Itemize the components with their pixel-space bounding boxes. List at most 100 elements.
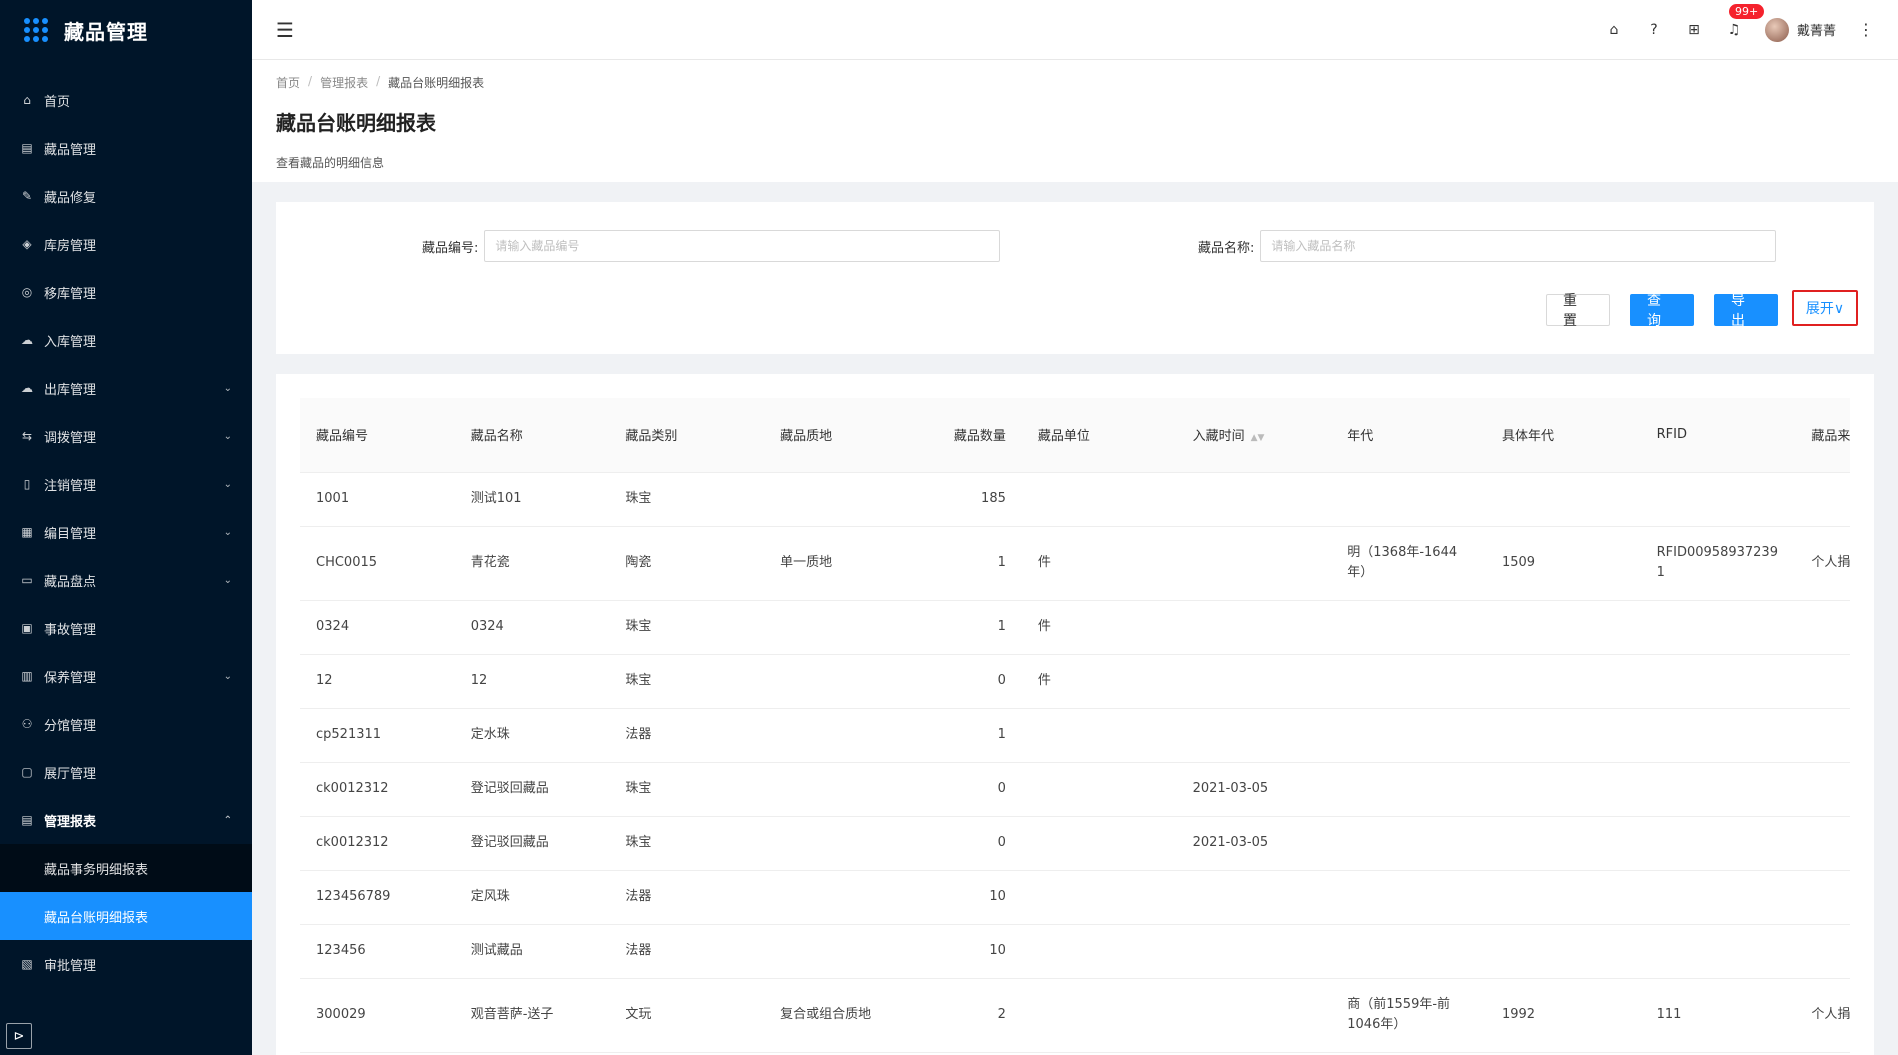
table-cell [1485, 924, 1641, 979]
column-header[interactable]: 藏品单位 [1021, 398, 1177, 473]
query-button[interactable]: 查询 [1630, 293, 1694, 329]
table-cell: 定风珠 [454, 870, 610, 925]
export-button[interactable]: 导出 [1714, 293, 1778, 329]
sidebar-item[interactable]: ◈ 库房管理 [0, 220, 252, 268]
table-cell: 珠宝 [609, 816, 765, 871]
table-cell [1331, 600, 1486, 655]
user-menu[interactable]: 戴菁菁 [1764, 17, 1836, 42]
sidebar-item[interactable]: ▢ 展厅管理 [0, 748, 252, 796]
sidebar-item-label: 事故管理 [44, 622, 97, 638]
sidebar-item-label: 展厅管理 [44, 766, 97, 782]
table-row[interactable]: 0324 0324 珠宝 1 件 [300, 600, 1850, 655]
menu-toggle-icon[interactable]: ☰ [276, 18, 294, 42]
app-grid-icon [24, 18, 48, 42]
table-cell: 个人捐 [1795, 978, 1850, 1053]
table-cell [1795, 762, 1850, 817]
column-header[interactable]: 具体年代 [1485, 398, 1641, 473]
chevron-down-icon: ⌄ [223, 670, 232, 682]
column-header[interactable]: 藏品质地 [764, 398, 919, 473]
table-row[interactable]: 123456789 定风珠 法器 10 [300, 870, 1850, 925]
name-input[interactable] [1260, 230, 1777, 262]
table-row[interactable]: CHC0015 青花瓷 陶瓷 单一质地 1 件 明（1368年-1644年） 1509 RFID… [300, 526, 1850, 601]
hall-icon: ▢ [21, 765, 33, 779]
breadcrumb-separator: / [308, 74, 313, 88]
sidebar-item[interactable]: ▧ 审批管理 [0, 940, 252, 988]
sidebar-item[interactable]: ▥ 保养管理 ⌄ [0, 652, 252, 700]
page-header: 首页 / 管理报表 / 藏品台账明细报表 藏品台账明细报表 查看藏品的明细信息 [252, 60, 1898, 182]
sidebar-item[interactable]: ⌂ 首页 [0, 76, 252, 124]
table-row[interactable]: ck0012312 登记驳回藏品 珠宝 0 2021-03-05 [300, 816, 1850, 871]
expand-button[interactable]: 展开∨ [1792, 290, 1858, 326]
table-cell [1176, 600, 1332, 655]
sidebar-item-label: 分馆管理 [44, 718, 97, 734]
table-cell [1176, 654, 1332, 709]
sidebar-item-label: 库房管理 [44, 238, 97, 254]
table-cell: 0 [918, 816, 1022, 871]
sidebar-item[interactable]: 藏品事务明细报表 [0, 844, 252, 892]
apps-icon[interactable]: ⊞ [1685, 22, 1703, 38]
branch-icon: ⚇ [21, 717, 33, 731]
sidebar-item[interactable]: ⇆ 调拨管理 ⌄ [0, 412, 252, 460]
table-cell [1485, 472, 1641, 527]
table-row[interactable]: 123456 测试藏品 法器 10 [300, 924, 1850, 979]
column-header-label: 藏品名称 [470, 429, 523, 445]
sidebar-item[interactable]: ▤ 藏品管理 [0, 124, 252, 172]
column-header[interactable]: 入藏时间 ▲▼ [1176, 398, 1332, 473]
sidebar-item[interactable]: 藏品台账明细报表 [0, 892, 252, 940]
help-icon[interactable]: ? [1645, 22, 1663, 38]
column-header-label: 藏品质地 [780, 429, 833, 445]
column-header[interactable]: 藏品类别 [609, 398, 765, 473]
table-cell: 文玩 [609, 978, 765, 1053]
page-description: 查看藏品的明细信息 [276, 156, 385, 170]
app-title: 藏品管理 [64, 19, 148, 44]
table-cell: 2 [918, 978, 1022, 1053]
column-header[interactable]: 年代 [1331, 398, 1486, 473]
sort-icon[interactable]: ▲▼ [1251, 433, 1265, 443]
home-icon: ⌂ [23, 93, 31, 107]
page-title: 藏品台账明细报表 [276, 111, 436, 135]
table-cell [1795, 870, 1850, 925]
column-header[interactable]: RFID [1640, 398, 1796, 473]
table-row[interactable]: 300029 观音菩萨-送子 文玩 复合或组合质地 2 商（前1559年-前1046年） 1… [300, 978, 1850, 1053]
table-cell [1640, 708, 1796, 763]
more-vertical-icon[interactable]: ⋮ [1858, 20, 1874, 39]
collapse-sidebar-icon[interactable]: ⊳ [6, 1023, 32, 1049]
table-row[interactable]: cp521311 定水珠 法器 1 [300, 708, 1850, 763]
home-icon[interactable]: ⌂ [1605, 22, 1623, 38]
sidebar-item[interactable]: ☁ 入库管理 [0, 316, 252, 364]
breadcrumb-separator: / [376, 74, 381, 88]
table-cell: CHC0015 [300, 526, 455, 601]
sidebar-item[interactable]: ◎ 移库管理 [0, 268, 252, 316]
column-header-label: 藏品数量 [953, 429, 1006, 445]
sidebar-item[interactable]: ✎ 藏品修复 [0, 172, 252, 220]
table-cell [764, 816, 919, 871]
column-header[interactable]: 藏品名称 [454, 398, 610, 473]
breadcrumb-home[interactable]: 首页 [276, 74, 300, 91]
table-scroll[interactable]: 藏品编号 藏品名称 藏品类别 藏品质地 藏品数量 藏品单位 入藏时间 ▲▼ 年代 具体年代 RFID… [300, 398, 1850, 1053]
table-cell [1485, 708, 1641, 763]
column-header-label: 藏品单位 [1037, 429, 1090, 445]
table-row[interactable]: 12 12 珠宝 0 件 [300, 654, 1850, 709]
sidebar-item-label: 入库管理 [44, 334, 97, 350]
bell-icon[interactable]: ♫ 99+ [1725, 3, 1765, 38]
sidebar-item[interactable]: ▦ 编目管理 ⌄ [0, 508, 252, 556]
code-input[interactable] [484, 230, 1001, 262]
table-row[interactable]: ck0012312 登记驳回藏品 珠宝 0 2021-03-05 [300, 762, 1850, 817]
sidebar-item[interactable]: ▭ 藏品盘点 ⌄ [0, 556, 252, 604]
breadcrumb-reports[interactable]: 管理报表 [320, 74, 368, 91]
sidebar-item[interactable]: ▯ 注销管理 ⌄ [0, 460, 252, 508]
column-header[interactable]: 藏品编号 [300, 398, 455, 473]
reset-button[interactable]: 重置 [1546, 293, 1610, 329]
sidebar-item[interactable]: ▤ 管理报表 ⌃ [0, 796, 252, 844]
table-cell: 1001 [300, 472, 455, 527]
sidebar-item[interactable]: ▣ 事故管理 [0, 604, 252, 652]
table-row[interactable]: 1001 测试101 珠宝 185 [300, 472, 1850, 527]
column-header[interactable]: 藏品来 [1795, 398, 1850, 473]
column-header-label: 入藏时间 [1192, 429, 1245, 445]
breadcrumb-current: 藏品台账明细报表 [388, 76, 485, 90]
sidebar-item[interactable]: ☁ 出库管理 ⌄ [0, 364, 252, 412]
column-header[interactable]: 藏品数量 [918, 398, 1022, 473]
sidebar-item[interactable]: ⚇ 分馆管理 [0, 700, 252, 748]
table-cell: 1 [918, 600, 1022, 655]
brand[interactable]: 藏品管理 [0, 0, 252, 60]
